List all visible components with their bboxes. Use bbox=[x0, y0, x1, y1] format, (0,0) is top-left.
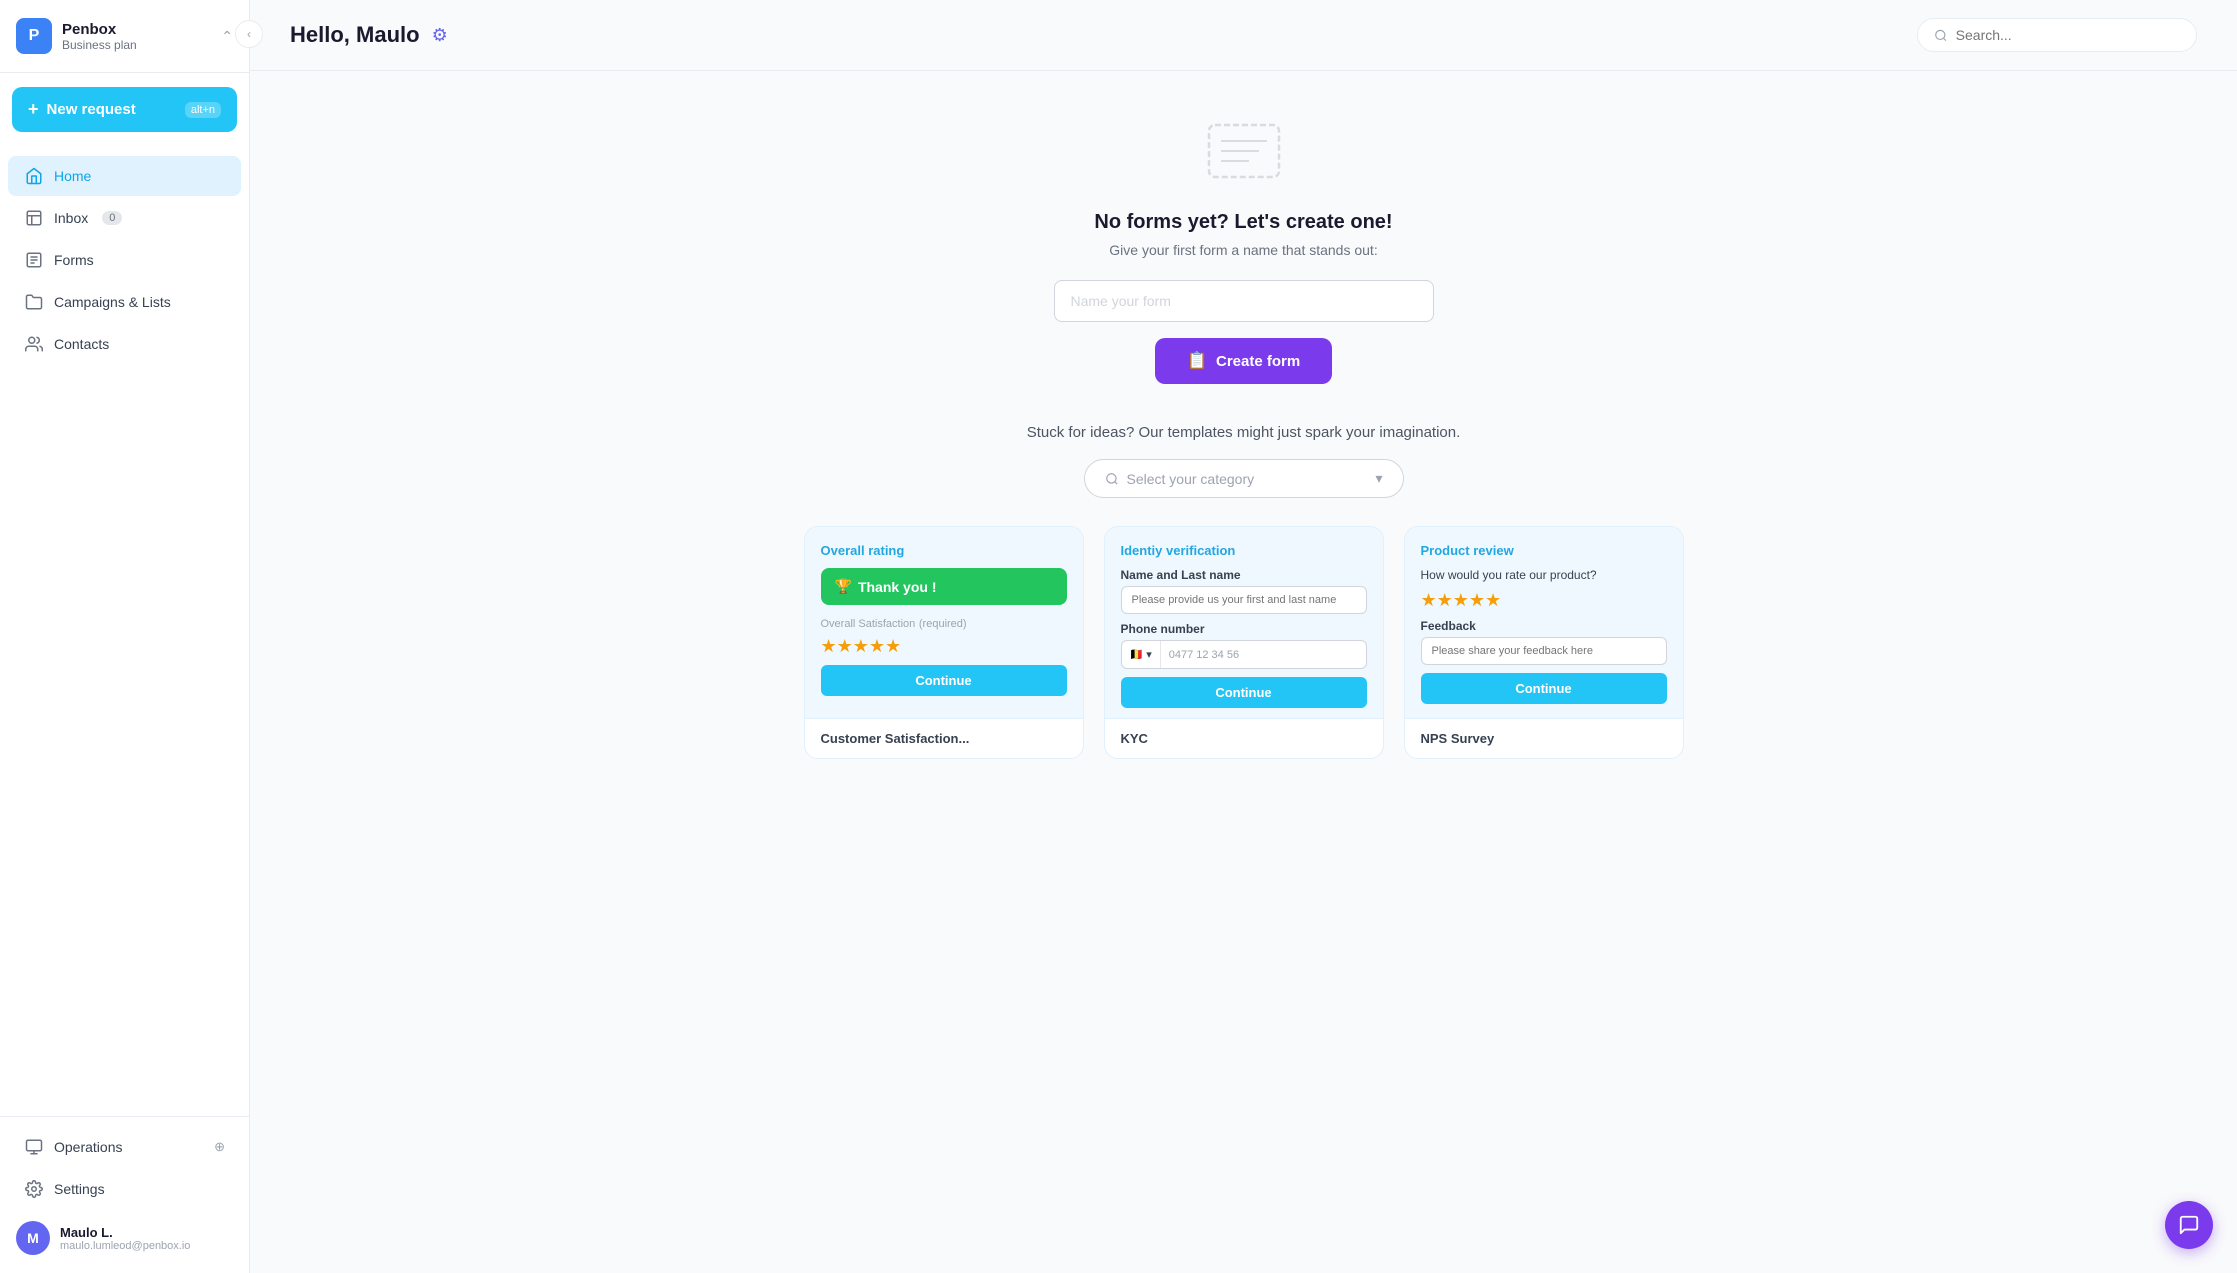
name-field-input[interactable] bbox=[1121, 586, 1367, 614]
empty-subtitle: Give your first form a name that stands … bbox=[1109, 242, 1377, 258]
create-form-label: Create form bbox=[1216, 353, 1300, 370]
phone-number-placeholder: 0477 12 34 56 bbox=[1161, 642, 1366, 668]
sidebar-item-forms[interactable]: Forms bbox=[8, 240, 241, 280]
settings-shortcut-icon[interactable]: ⚙ bbox=[432, 25, 448, 46]
user-email: maulo.lumleod@penbox.io bbox=[60, 1240, 233, 1252]
sidebar-item-operations[interactable]: Operations ⊕ bbox=[8, 1127, 241, 1167]
forms-icon bbox=[24, 250, 44, 270]
sidebar-item-contacts-label: Contacts bbox=[54, 336, 109, 352]
home-icon bbox=[24, 166, 44, 186]
user-name: Maulo L. bbox=[60, 1225, 233, 1240]
search-small-icon bbox=[1105, 472, 1119, 486]
sidebar-item-inbox-label: Inbox bbox=[54, 210, 88, 226]
product-stars: ★★★★★ bbox=[1421, 590, 1667, 611]
sidebar-item-operations-label: Operations bbox=[54, 1139, 122, 1155]
contacts-icon bbox=[24, 334, 44, 354]
sidebar-item-campaigns-label: Campaigns & Lists bbox=[54, 294, 171, 310]
user-avatar: M bbox=[16, 1221, 50, 1255]
rating-stars: ★★★★★ bbox=[821, 636, 1067, 657]
form-name-input[interactable] bbox=[1054, 280, 1434, 322]
new-request-label: New request bbox=[47, 101, 136, 118]
template-card-identity: Identiy verification Name and Last name … bbox=[1104, 526, 1384, 759]
main-header: Hello, Maulo ⚙ bbox=[250, 0, 2237, 71]
thankyou-banner: 🏆 Thank you ! bbox=[821, 568, 1067, 605]
sidebar-item-settings[interactable]: Settings bbox=[8, 1169, 241, 1209]
product-continue-button[interactable]: Continue bbox=[1421, 673, 1667, 704]
operations-icon bbox=[24, 1137, 44, 1157]
sidebar-item-forms-label: Forms bbox=[54, 252, 94, 268]
sidebar-item-home[interactable]: Home bbox=[8, 156, 241, 196]
create-form-button[interactable]: 📋 Create form bbox=[1155, 338, 1332, 384]
inbox-badge: 0 bbox=[102, 211, 122, 225]
phone-input-wrap: 🇧🇪 ▾ 0477 12 34 56 bbox=[1121, 640, 1367, 669]
empty-illustration bbox=[1194, 111, 1294, 191]
settings-icon bbox=[24, 1179, 44, 1199]
category-select[interactable]: Select your category ▾ bbox=[1084, 459, 1404, 498]
templates-section: Stuck for ideas? Our templates might jus… bbox=[290, 424, 2197, 759]
search-bar[interactable] bbox=[1917, 18, 2197, 52]
sidebar-item-contacts[interactable]: Contacts bbox=[8, 324, 241, 364]
sidebar-header: P Penbox Business plan ⌃ bbox=[0, 0, 249, 73]
search-icon bbox=[1934, 28, 1948, 43]
card-label-product: Product review bbox=[1421, 543, 1667, 558]
category-placeholder: Select your category bbox=[1127, 471, 1255, 487]
name-field-label: Name and Last name bbox=[1121, 568, 1367, 582]
product-question: How would you rate our product? bbox=[1421, 568, 1667, 582]
brand-info: Penbox Business plan bbox=[62, 21, 221, 52]
identity-continue-button[interactable]: Continue bbox=[1121, 677, 1367, 708]
new-request-button[interactable]: + New request alt+n bbox=[12, 87, 237, 132]
sidebar-item-inbox[interactable]: Inbox 0 bbox=[8, 198, 241, 238]
chevron-down-icon: ▾ bbox=[1375, 470, 1382, 487]
card-footer-product: NPS Survey bbox=[1405, 719, 1683, 758]
feedback-label: Feedback bbox=[1421, 619, 1667, 633]
card-preview-overall: Overall rating 🏆 Thank you ! Overall Sat… bbox=[805, 527, 1083, 719]
card-label-overall: Overall rating bbox=[821, 543, 1067, 558]
new-request-badge: alt+n bbox=[185, 102, 221, 118]
plus-icon: + bbox=[28, 99, 39, 120]
category-select-left: Select your category bbox=[1105, 471, 1255, 487]
feedback-input[interactable] bbox=[1421, 637, 1667, 665]
sidebar-item-settings-label: Settings bbox=[54, 1181, 105, 1197]
phone-flag: 🇧🇪 ▾ bbox=[1122, 641, 1161, 668]
sidebar-nav: Home Inbox 0 Forms Campaigns & Lists C bbox=[0, 146, 249, 1116]
empty-state: No forms yet? Let's create one! Give you… bbox=[1054, 111, 1434, 384]
overall-continue-button[interactable]: Continue bbox=[821, 665, 1067, 696]
brand-chevron-icon[interactable]: ⌃ bbox=[221, 28, 233, 45]
template-card-product-review: Product review How would you rate our pr… bbox=[1404, 526, 1684, 759]
page-greeting: Hello, Maulo bbox=[290, 22, 420, 48]
empty-title: No forms yet? Let's create one! bbox=[1094, 211, 1392, 234]
trophy-icon: 🏆 bbox=[835, 578, 852, 595]
satisfaction-label: Overall Satisfaction (required) bbox=[821, 615, 1067, 630]
card-preview-identity: Identiy verification Name and Last name … bbox=[1105, 527, 1383, 719]
main-body: No forms yet? Let's create one! Give you… bbox=[250, 71, 2237, 1273]
template-card-overall-rating: Overall rating 🏆 Thank you ! Overall Sat… bbox=[804, 526, 1084, 759]
brand-plan: Business plan bbox=[62, 38, 221, 52]
inbox-icon bbox=[24, 208, 44, 228]
card-preview-product: Product review How would you rate our pr… bbox=[1405, 527, 1683, 719]
thankyou-text: Thank you ! bbox=[858, 579, 937, 595]
card-label-identity: Identiy verification bbox=[1121, 543, 1367, 558]
sidebar-user[interactable]: M Maulo L. maulo.lumleod@penbox.io bbox=[0, 1211, 249, 1265]
phone-field-label: Phone number bbox=[1121, 622, 1367, 636]
sidebar: ‹ P Penbox Business plan ⌃ + New request… bbox=[0, 0, 250, 1273]
main-content: Hello, Maulo ⚙ No forms yet? Let's creat… bbox=[250, 0, 2237, 1273]
operations-hover-icon: ⊕ bbox=[214, 1139, 225, 1155]
collapse-button[interactable]: ‹ bbox=[235, 20, 263, 48]
brand-avatar: P bbox=[16, 18, 52, 54]
sidebar-item-campaigns[interactable]: Campaigns & Lists bbox=[8, 282, 241, 322]
chat-button[interactable] bbox=[2165, 1201, 2213, 1249]
sidebar-bottom: Operations ⊕ Settings M Maulo L. maulo.l… bbox=[0, 1116, 249, 1273]
chat-icon bbox=[2178, 1214, 2200, 1236]
template-cards: Overall rating 🏆 Thank you ! Overall Sat… bbox=[290, 526, 2197, 759]
card-footer-identity: KYC bbox=[1105, 719, 1383, 758]
card-footer-overall: Customer Satisfaction... bbox=[805, 719, 1083, 758]
campaigns-icon bbox=[24, 292, 44, 312]
user-info: Maulo L. maulo.lumleod@penbox.io bbox=[60, 1225, 233, 1252]
search-input[interactable] bbox=[1956, 27, 2180, 43]
sidebar-item-home-label: Home bbox=[54, 168, 91, 184]
templates-tagline: Stuck for ideas? Our templates might jus… bbox=[1027, 424, 1461, 441]
form-icon: 📋 bbox=[1187, 351, 1208, 371]
brand-name: Penbox bbox=[62, 21, 221, 38]
